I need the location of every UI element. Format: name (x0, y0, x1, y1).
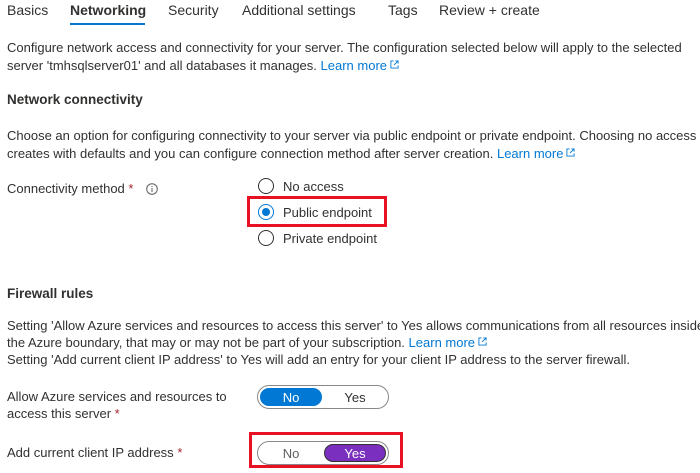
connectivity-method-label: Connectivity method * (7, 180, 133, 198)
connectivity-method-text: Connectivity method (7, 181, 125, 196)
intro-line-1: Configure network access and connectivit… (7, 40, 682, 55)
tab-bar: Basics Networking Security Additional se… (0, 0, 700, 30)
network-connectivity-heading: Network connectivity (7, 92, 143, 107)
tab-networking[interactable]: Networking (70, 2, 146, 18)
radio-label-no-access: No access (283, 178, 344, 194)
network-learn-more-link[interactable]: Learn more (497, 146, 576, 161)
radio-private-endpoint[interactable]: Private endpoint (258, 228, 377, 248)
allow-azure-label-line-1: Allow Azure services and resources to (7, 389, 227, 404)
radio-no-access[interactable]: No access (258, 176, 344, 196)
required-asterisk: * (128, 181, 134, 196)
firewall-rules-heading: Firewall rules (7, 286, 94, 301)
tab-security[interactable]: Security (168, 2, 219, 18)
highlight-box-client-ip (249, 432, 403, 468)
intro-line-2-text: server 'tmhsqlserver01' and all database… (7, 58, 317, 73)
intro-learn-more-text[interactable]: Learn more (321, 58, 387, 73)
tab-review-create[interactable]: Review + create (439, 2, 540, 18)
external-link-icon (566, 148, 576, 157)
client-ip-label: Add current client IP address * (7, 444, 182, 462)
external-link-icon (390, 60, 399, 69)
network-desc-line-2-text: creates with defaults and you can config… (7, 146, 494, 161)
allow-azure-label-line-2: access this server * (7, 405, 120, 423)
info-icon[interactable] (146, 183, 158, 195)
firewall-learn-more-text[interactable]: Learn more (409, 335, 475, 350)
network-desc-line-1: Choose an option for configuring connect… (7, 128, 697, 143)
radio-button-no-access[interactable] (258, 178, 274, 194)
radio-button-private-endpoint[interactable] (258, 230, 274, 246)
firewall-desc-line-3: Setting 'Add current client IP address' … (7, 352, 631, 367)
radio-label-private-endpoint: Private endpoint (283, 230, 377, 246)
client-ip-label-text: Add current client IP address (7, 445, 174, 460)
allow-azure-yes-option[interactable]: Yes (324, 388, 386, 406)
intro-learn-more-link[interactable]: Learn more (321, 58, 399, 73)
firewall-desc-line-2-text: the Azure boundary, that may or may not … (7, 335, 405, 350)
allow-azure-label-text: access this server (7, 406, 112, 421)
external-link-icon (478, 337, 487, 346)
firewall-learn-more-link[interactable]: Learn more (409, 335, 487, 350)
required-asterisk: * (114, 406, 120, 421)
required-asterisk: * (177, 445, 183, 460)
network-learn-more-text[interactable]: Learn more (497, 146, 563, 161)
highlight-box-public-endpoint (247, 196, 387, 227)
tab-additional-settings[interactable]: Additional settings (242, 2, 356, 18)
intro-line-2: server 'tmhsqlserver01' and all database… (7, 56, 399, 76)
allow-azure-no-option[interactable]: No (260, 388, 322, 406)
allow-azure-toggle[interactable]: No Yes (257, 385, 389, 409)
network-desc-line-2: creates with defaults and you can config… (7, 144, 576, 164)
tab-tags[interactable]: Tags (388, 2, 418, 18)
active-tab-indicator (70, 23, 145, 25)
tab-basics[interactable]: Basics (7, 2, 48, 18)
